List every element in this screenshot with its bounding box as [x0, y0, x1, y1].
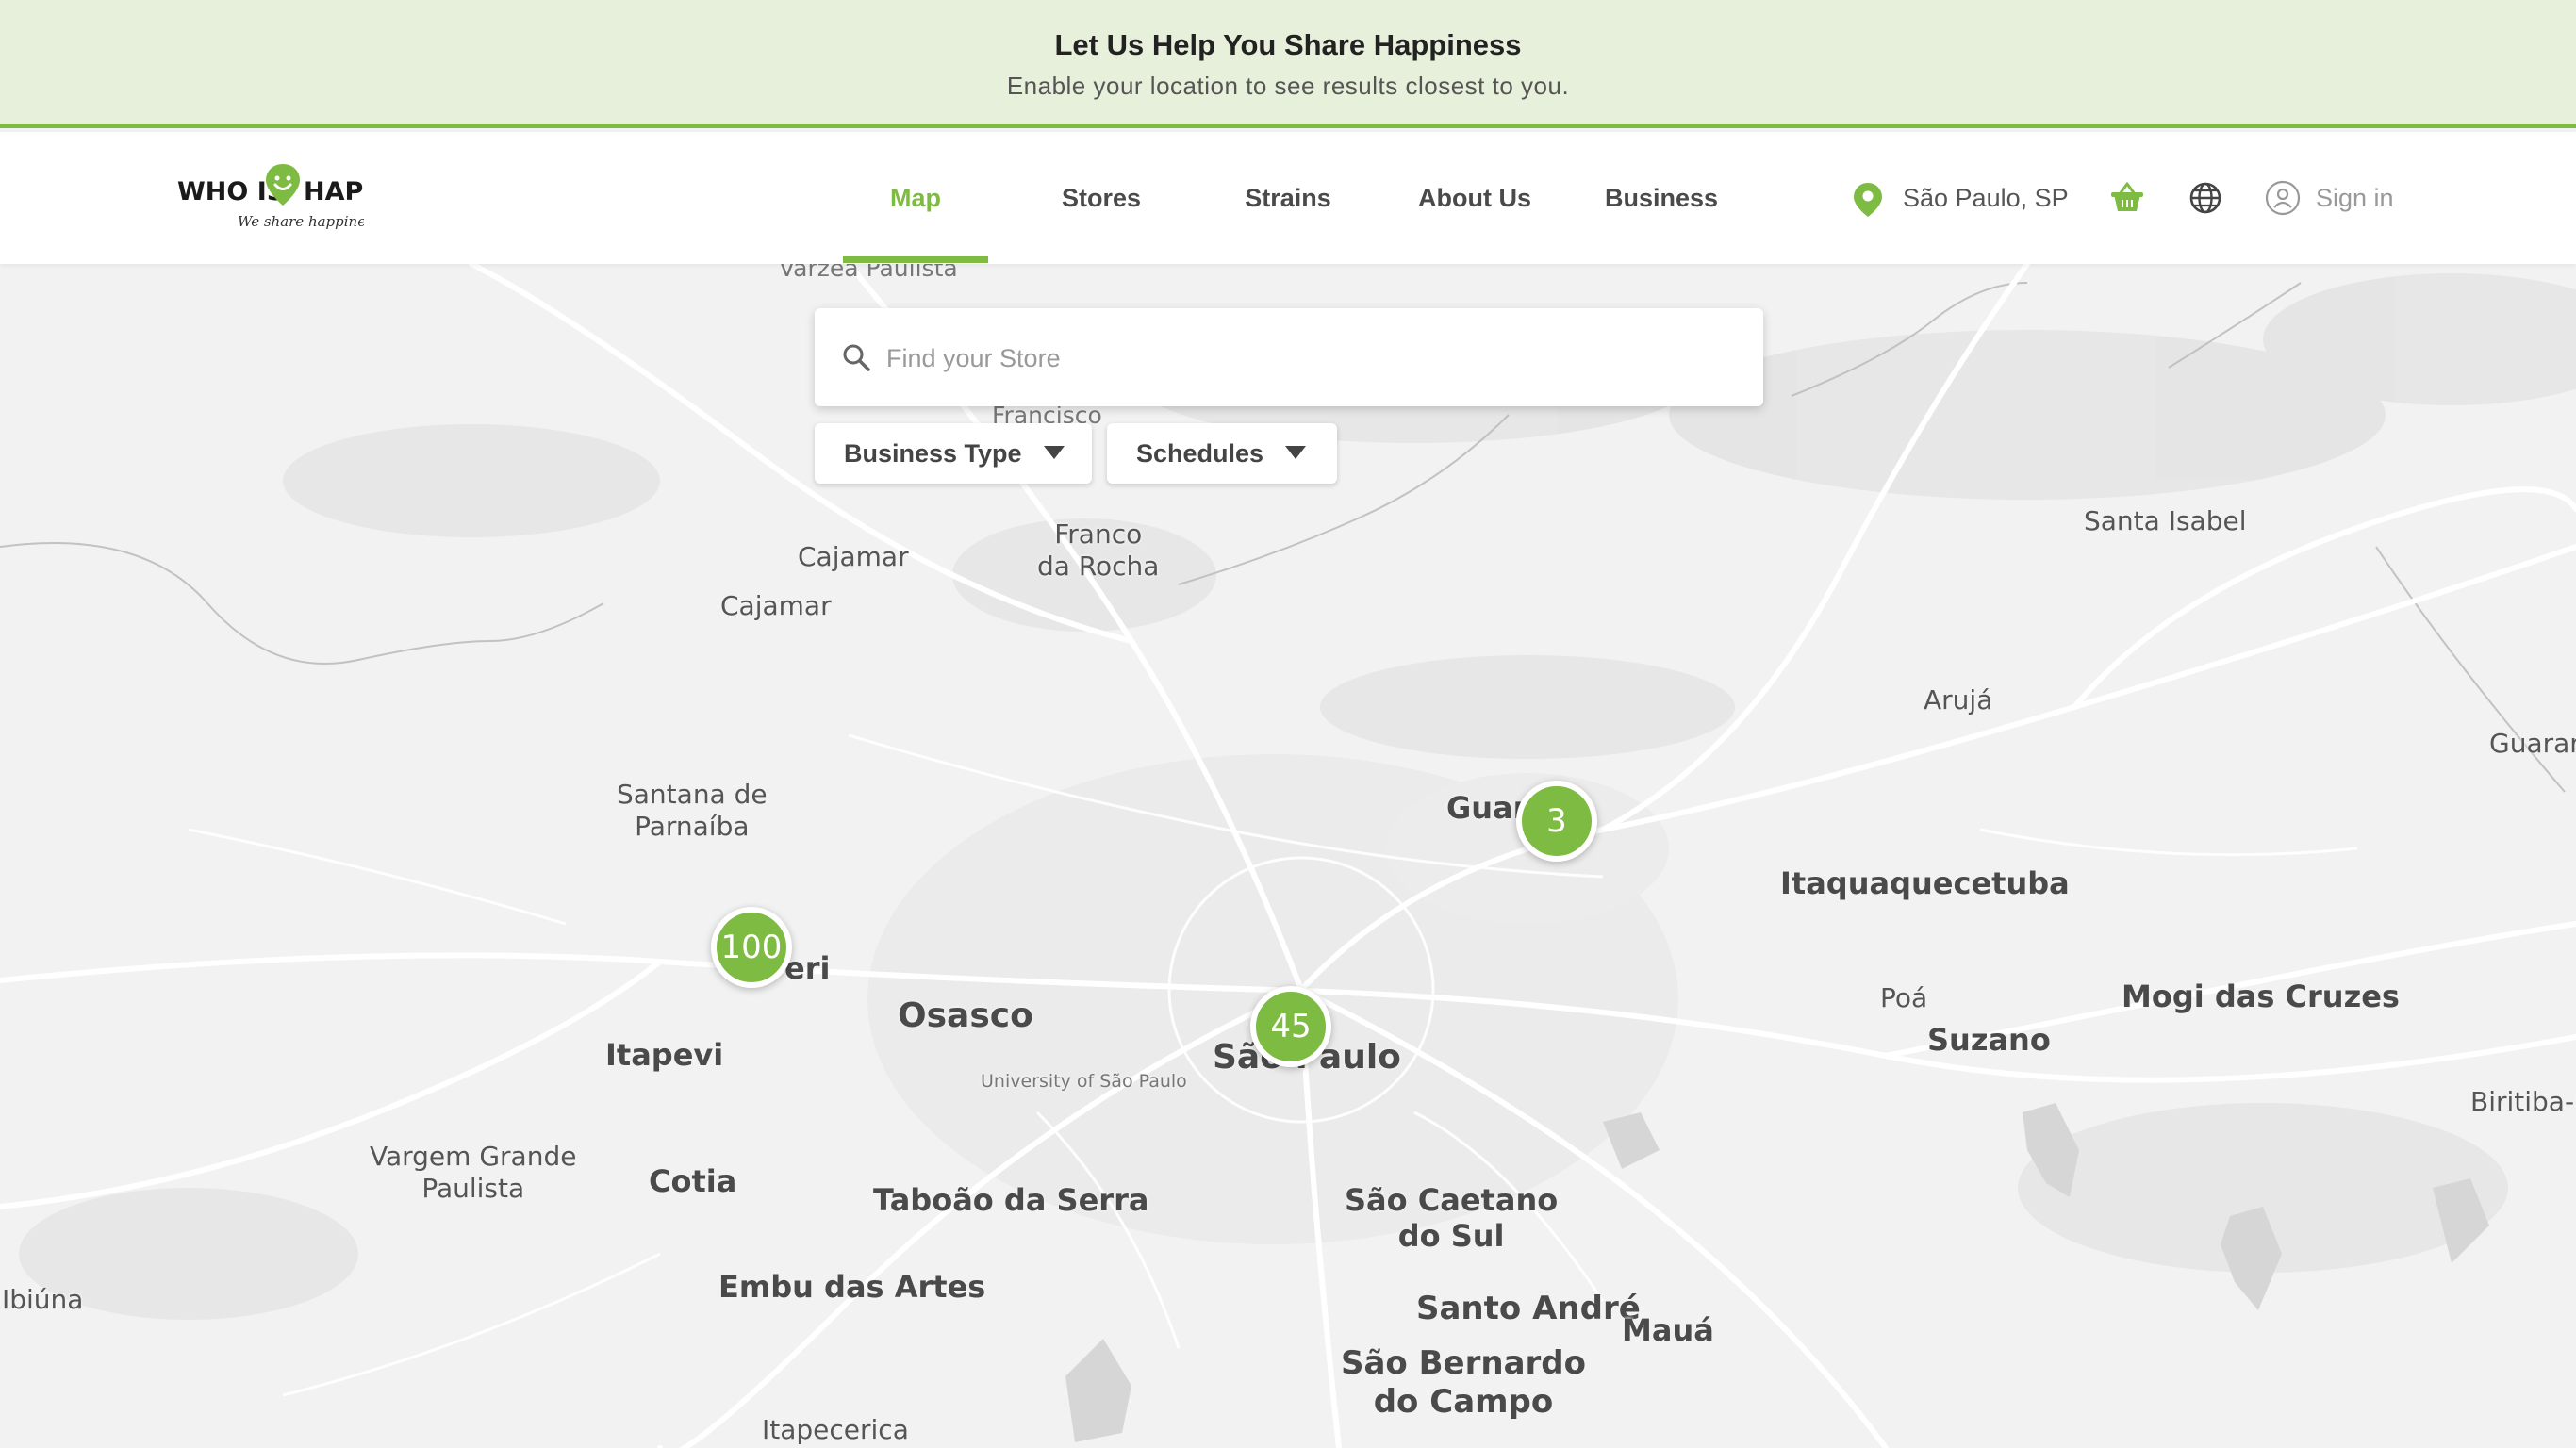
place-label: University of São Paulo [981, 1071, 1187, 1092]
caret-down-icon [1044, 446, 1065, 459]
place-label: Itapecerica [762, 1414, 909, 1445]
place-label: Embu das Artes [718, 1269, 986, 1305]
place-label: Várzea Paulista [779, 264, 958, 282]
place-label: Ibiúna [2, 1284, 84, 1315]
brand-logo[interactable]: WHO IS HAPPY We share happiness ! [175, 158, 401, 234]
place-label: Osasco [898, 996, 1033, 1035]
logo-graphic: WHO IS HAPPY We share happiness ! [177, 164, 401, 230]
nav-stores[interactable]: Stores [1028, 132, 1175, 264]
location-banner[interactable]: Let Us Help You Share Happiness Enable y… [0, 0, 2576, 128]
place-label: Cotia [649, 1163, 737, 1199]
store-cluster-marker[interactable]: 3 [1516, 781, 1597, 862]
nav-business[interactable]: Business [1588, 132, 1735, 264]
place-label: São Bernardo do Campo [1341, 1344, 1586, 1421]
place-label: Mogi das Cruzes [2122, 979, 2400, 1014]
business-type-filter[interactable]: Business Type [815, 423, 1092, 484]
place-label: Biritiba-M [2470, 1086, 2576, 1117]
place-label: Itapevi [605, 1037, 724, 1073]
svg-text:We share happiness !: We share happiness ! [238, 213, 364, 230]
place-label: Arujá [1924, 684, 1993, 716]
basket-icon[interactable] [2108, 179, 2146, 217]
user-circle-icon [2265, 180, 2301, 216]
sign-in-label: Sign in [2316, 184, 2394, 212]
svg-text:HAPPY: HAPPY [304, 177, 364, 206]
top-navbar: WHO IS HAPPY We share happiness ! Map St… [0, 132, 2576, 264]
nav-map[interactable]: Map [843, 132, 988, 264]
store-cluster-marker[interactable]: 45 [1250, 986, 1331, 1067]
search-icon [843, 344, 870, 371]
place-label: Taboão da Serra [873, 1182, 1149, 1218]
nav-strains[interactable]: Strains [1214, 132, 1362, 264]
nav-about-us[interactable]: About Us [1401, 132, 1548, 264]
place-label: Suzano [1927, 1022, 2051, 1058]
active-tab-indicator [843, 256, 988, 263]
place-label: Poá [1880, 982, 1928, 1013]
search-bar[interactable] [815, 308, 1763, 406]
place-label: eri [784, 950, 831, 986]
place-label: Santa Isabel [2084, 505, 2247, 536]
banner-title: Let Us Help You Share Happiness [1054, 28, 1522, 61]
globe-icon[interactable] [2187, 179, 2224, 217]
schedules-filter[interactable]: Schedules [1107, 423, 1337, 484]
store-cluster-marker[interactable]: 100 [711, 907, 792, 988]
place-label: São Caetano do Sul [1345, 1182, 1559, 1255]
place-label: Santo André [1416, 1290, 1641, 1327]
place-label: Cajamar [798, 541, 909, 572]
caret-down-icon [1285, 446, 1306, 459]
place-label: Itaquaquecetuba [1780, 865, 2070, 901]
filter-label: Schedules [1136, 439, 1264, 468]
location-pin-icon[interactable] [1854, 183, 1882, 217]
filter-label: Business Type [844, 439, 1022, 468]
search-input[interactable] [884, 329, 1737, 387]
place-label: Santana de Parnaíba [617, 779, 768, 842]
place-label: Franco da Rocha [1037, 518, 1160, 582]
place-label: Mauá [1622, 1312, 1714, 1348]
current-location[interactable]: São Paulo, SP [1903, 132, 2069, 264]
place-label: Guarar [2489, 728, 2576, 759]
place-label: Cajamar [720, 590, 832, 621]
place-label: Vargem Grande Paulista [370, 1141, 577, 1204]
banner-subtitle: Enable your location to see results clos… [1006, 72, 1570, 100]
